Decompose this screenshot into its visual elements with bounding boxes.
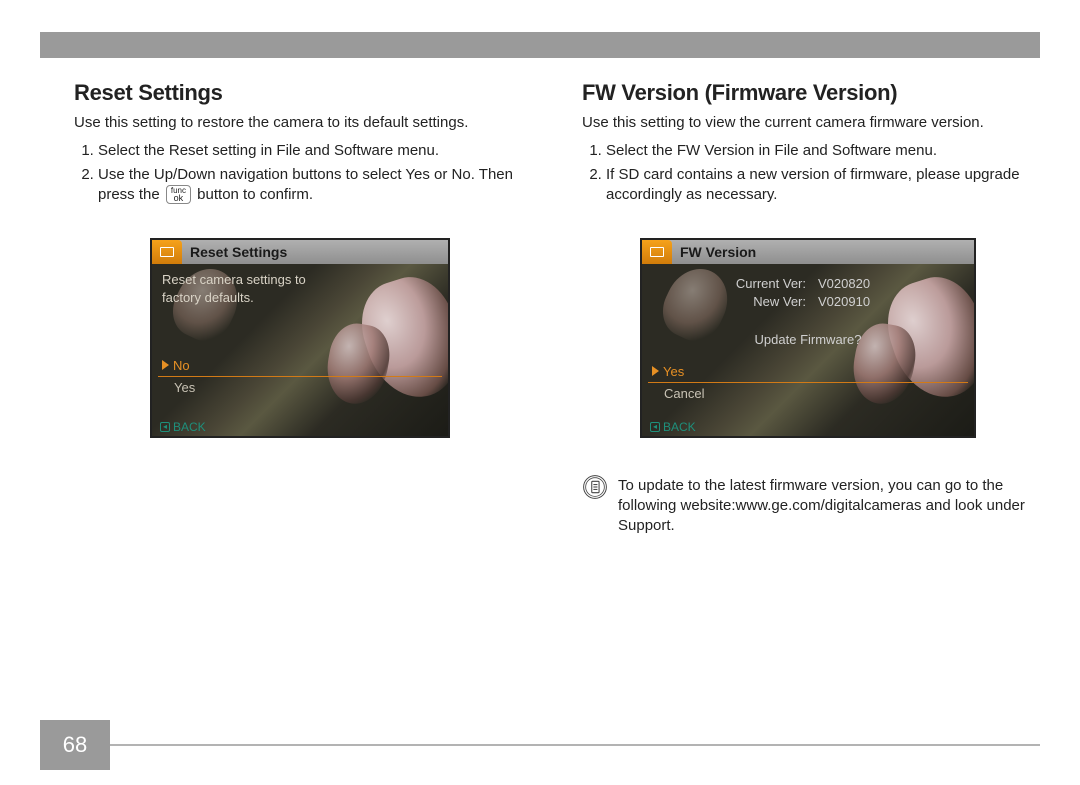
screenshot-title: FW Version — [680, 244, 756, 260]
option-label: No — [173, 358, 190, 373]
option-no[interactable]: No — [162, 358, 190, 373]
note-text: To update to the latest firmware version… — [618, 474, 1034, 537]
step-text: button to confirm. — [197, 186, 313, 203]
column-fw-version: FW Version (Firmware Version) Use this s… — [582, 80, 1034, 536]
heading-fw: FW Version (Firmware Version) — [582, 80, 1034, 106]
page-number: 68 — [40, 720, 110, 770]
option-divider — [648, 382, 968, 383]
step: Select the FW Version in File and Softwa… — [606, 141, 1034, 161]
back-icon: ◂ — [650, 422, 660, 432]
selection-arrow-icon — [162, 360, 169, 370]
steps-reset: Select the Reset setting in File and Sof… — [74, 141, 526, 206]
screenshot-header: Reset Settings — [152, 240, 448, 264]
heading-reset: Reset Settings — [74, 80, 526, 106]
prompt: Update Firmware? — [642, 332, 974, 347]
option-cancel[interactable]: Cancel — [664, 386, 704, 401]
current-ver-row: Current Ver: V020820 — [642, 276, 974, 291]
back-icon: ◂ — [160, 422, 170, 432]
intro-reset: Use this setting to restore the camera t… — [74, 114, 526, 133]
screenshot-header: FW Version — [642, 240, 974, 264]
back-button[interactable]: ◂ BACK — [160, 420, 206, 434]
option-yes[interactable]: Yes — [174, 380, 195, 395]
option-label: Yes — [663, 364, 684, 379]
option-label: Yes — [174, 380, 195, 395]
header-bar — [40, 32, 1040, 58]
step: If SD card contains a new version of fir… — [606, 165, 1034, 206]
screenshot-title: Reset Settings — [190, 244, 287, 260]
option-yes[interactable]: Yes — [652, 364, 684, 379]
message-line: factory defaults. — [162, 290, 254, 305]
message-line: Reset camera settings to — [162, 272, 306, 287]
option-divider — [158, 376, 442, 377]
note: To update to the latest firmware version… — [582, 474, 1034, 537]
menu-tab-icon — [152, 240, 182, 264]
intro-fw: Use this setting to view the current cam… — [582, 114, 1034, 133]
step: Select the Reset setting in File and Sof… — [98, 141, 526, 161]
ok-label: ok — [171, 194, 186, 202]
new-ver-value: V020910 — [812, 294, 870, 309]
back-label: BACK — [173, 420, 206, 434]
column-reset-settings: Reset Settings Use this setting to resto… — [74, 80, 526, 536]
steps-fw: Select the FW Version in File and Softwa… — [582, 141, 1034, 206]
func-ok-button-icon: func ok — [166, 185, 191, 204]
current-ver-label: Current Ver: — [642, 276, 812, 291]
option-label: Cancel — [664, 386, 704, 401]
new-ver-label: New Ver: — [642, 294, 812, 309]
screenshot-reset: Reset Settings Reset camera settings to … — [150, 238, 450, 438]
selection-arrow-icon — [652, 366, 659, 376]
screenshot-fw: FW Version Current Ver: V020820 New Ver:… — [640, 238, 976, 438]
current-ver-value: V020820 — [812, 276, 870, 291]
back-button[interactable]: ◂ BACK — [650, 420, 696, 434]
footer-rule — [110, 744, 1040, 746]
new-ver-row: New Ver: V020910 — [642, 294, 974, 309]
step: Use the Up/Down navigation buttons to se… — [98, 165, 526, 206]
note-icon — [582, 474, 608, 506]
back-label: BACK — [663, 420, 696, 434]
menu-tab-icon — [642, 240, 672, 264]
